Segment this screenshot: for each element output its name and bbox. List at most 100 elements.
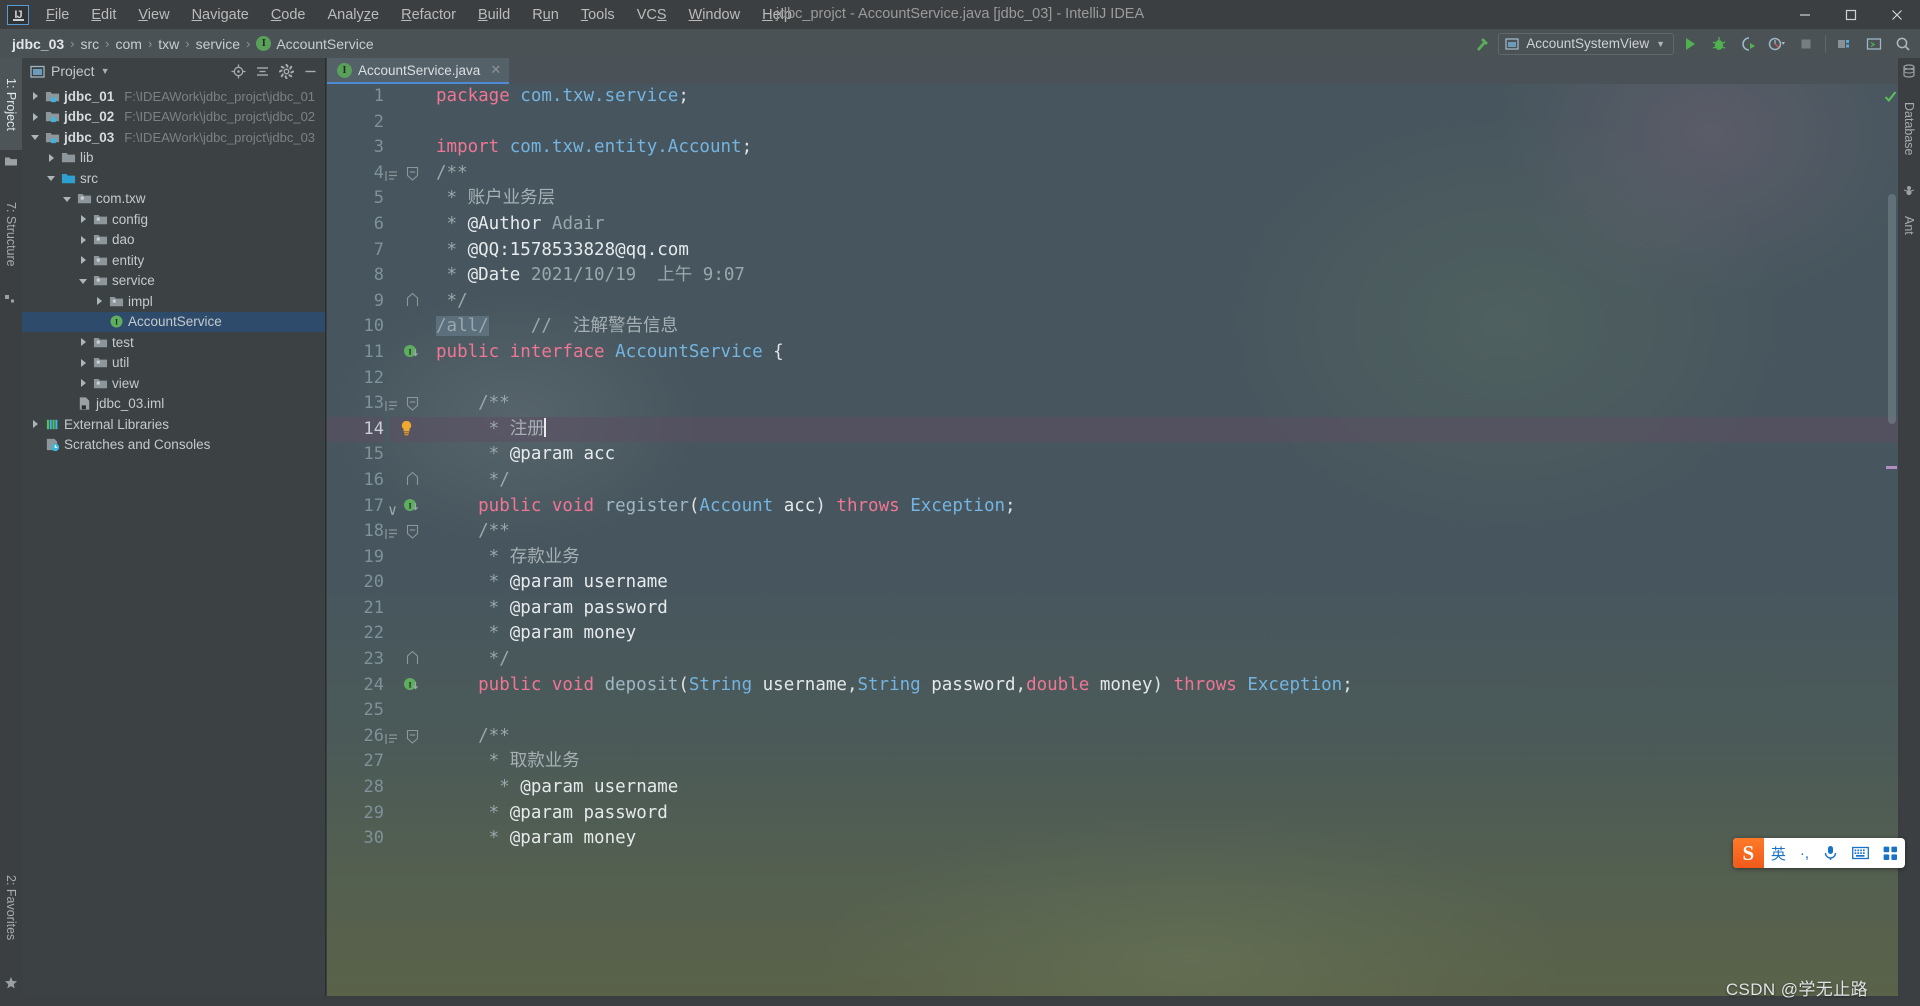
run-configuration-selector[interactable]: AccountSystemView ▼ — [1498, 32, 1674, 55]
chevron-right-icon[interactable] — [78, 378, 88, 388]
chevron-right-icon[interactable] — [30, 112, 40, 122]
code-line[interactable]: */ — [436, 289, 1898, 315]
menu-item-build[interactable]: Build — [467, 3, 521, 27]
code-line[interactable]: * 账户业务层 — [436, 186, 1898, 212]
menu-item-help[interactable]: Help — [751, 3, 803, 27]
close-button[interactable] — [1874, 0, 1920, 29]
tree-expander[interactable] — [44, 172, 57, 185]
code-line[interactable] — [436, 110, 1898, 136]
code-line[interactable]: * 取款业务 — [436, 749, 1898, 775]
ime-soft-keyboard[interactable] — [1845, 838, 1876, 868]
code-editor[interactable]: 1 2 3 4 5 6 7 8 9 10 11 12 13 14 15 16 17 18 19 20 21 22 23 24 2… — [327, 84, 1898, 1006]
close-icon[interactable]: ✕ — [490, 62, 501, 78]
ime-toolbox[interactable] — [1876, 838, 1905, 868]
menu-item-run[interactable]: Run — [521, 3, 570, 27]
code-line[interactable]: /** — [436, 724, 1898, 750]
code-line[interactable]: import com.txw.entity.Account; — [436, 135, 1898, 161]
menu-item-navigate[interactable]: Navigate — [181, 3, 260, 27]
tree-node-entity[interactable]: entity — [22, 250, 325, 271]
code-line[interactable]: * 存款业务 — [436, 545, 1898, 571]
tree-node-test[interactable]: test — [22, 332, 325, 353]
sidebar-tab-structure[interactable]: 7: Structure — [0, 180, 22, 288]
fold-end-icon[interactable] — [406, 649, 419, 675]
chevron-down-icon[interactable] — [46, 173, 56, 183]
code-line[interactable]: /** — [436, 161, 1898, 187]
tree-node-service[interactable]: service — [22, 271, 325, 292]
chevron-right-icon[interactable] — [30, 419, 40, 429]
tree-expander[interactable] — [76, 213, 89, 226]
code-line[interactable]: * @param password — [436, 596, 1898, 622]
code-line[interactable]: public interface AccountService { — [436, 340, 1898, 366]
tree-node-dao[interactable]: dao — [22, 230, 325, 251]
tree-expander[interactable] — [76, 233, 89, 246]
menu-item-vcs[interactable]: VCS — [626, 3, 678, 27]
project-structure-button[interactable] — [1832, 32, 1858, 56]
sidebar-tab-ant[interactable]: Ant — [1898, 202, 1920, 248]
ime-voice-input[interactable] — [1816, 838, 1845, 868]
profile-button[interactable] — [1764, 32, 1790, 56]
tree-expander[interactable] — [76, 254, 89, 267]
code-line[interactable]: */ — [436, 647, 1898, 673]
settings-gear-button[interactable] — [275, 60, 297, 82]
tree-expander[interactable] — [76, 377, 89, 390]
menu-item-refactor[interactable]: Refactor — [390, 3, 467, 27]
tree-node-lib[interactable]: lib — [22, 148, 325, 169]
breadcrumb-item-service[interactable]: service — [192, 34, 244, 54]
locate-file-button[interactable] — [227, 60, 249, 82]
tree-node-util[interactable]: util — [22, 353, 325, 374]
sogou-logo-icon[interactable]: S — [1732, 838, 1764, 868]
tree-expander[interactable] — [44, 151, 57, 164]
menu-item-analyze[interactable]: Analyze — [317, 3, 391, 27]
breadcrumb-item-com[interactable]: com — [112, 34, 146, 54]
sidebar-tab-database[interactable]: Database — [1898, 82, 1920, 176]
run-button[interactable] — [1677, 32, 1703, 56]
menu-item-view[interactable]: View — [127, 3, 180, 27]
tree-node-jdbc-02[interactable]: jdbc_02 F:\IDEAWork\jdbc_projct\jdbc_02 — [22, 107, 325, 128]
code-line[interactable]: public void deposit(String username,Stri… — [436, 673, 1898, 699]
chevron-right-icon[interactable] — [78, 337, 88, 347]
code-line[interactable]: * @param password — [436, 801, 1898, 827]
breadcrumb-item-src[interactable]: src — [76, 34, 103, 54]
collapse-all-button[interactable] — [251, 60, 273, 82]
chevron-right-icon[interactable] — [30, 91, 40, 101]
chevron-down-icon[interactable] — [78, 276, 88, 286]
tree-node-scratches-and-consoles[interactable]: Scratches and Consoles — [22, 435, 325, 456]
code-line[interactable]: */ — [436, 468, 1898, 494]
tree-node-jdbc-03-iml[interactable]: jdbc_03.iml — [22, 394, 325, 415]
terminal-button[interactable] — [1861, 32, 1887, 56]
code-line[interactable]: /** — [436, 519, 1898, 545]
code-line[interactable]: * @param username — [436, 775, 1898, 801]
breadcrumb-item-jdbc_03[interactable]: jdbc_03 — [8, 34, 68, 54]
code-content[interactable]: package com.txw.service; import com.txw.e… — [436, 84, 1898, 1006]
tree-expander[interactable] — [28, 90, 41, 103]
tree-node-external-libraries[interactable]: External Libraries — [22, 414, 325, 435]
tree-node-jdbc-03[interactable]: jdbc_03 F:\IDEAWork\jdbc_projct\jdbc_03 — [22, 127, 325, 148]
code-line[interactable]: * @param money — [436, 621, 1898, 647]
editor-tab-accountservice[interactable]: I AccountService.java ✕ — [327, 58, 510, 84]
ime-language-toggle[interactable]: 英 — [1764, 838, 1793, 868]
sidebar-tab-project[interactable]: 1: Project — [0, 58, 22, 150]
chevron-right-icon[interactable] — [78, 358, 88, 368]
run-with-coverage-button[interactable] — [1735, 32, 1761, 56]
code-line[interactable]: * @Author Adair — [436, 212, 1898, 238]
code-line[interactable]: * @param money — [436, 826, 1898, 852]
fold-end-icon[interactable] — [406, 291, 419, 317]
tree-node-impl[interactable]: impl — [22, 291, 325, 312]
chevron-down-icon[interactable] — [62, 194, 72, 204]
menu-item-tools[interactable]: Tools — [570, 3, 626, 27]
tree-expander[interactable] — [28, 131, 41, 144]
tree-expander[interactable] — [92, 295, 105, 308]
debug-button[interactable] — [1706, 32, 1732, 56]
code-line[interactable]: * @QQ:1578533828@qq.com — [436, 238, 1898, 264]
tree-expander[interactable] — [28, 110, 41, 123]
chevron-right-icon[interactable] — [46, 153, 56, 163]
tree-node-accountservice[interactable]: I AccountService — [22, 311, 325, 332]
tree-expander[interactable] — [76, 274, 89, 287]
code-line[interactable] — [436, 366, 1898, 392]
code-line[interactable]: public void register(Account acc) throws… — [436, 494, 1898, 520]
breadcrumb-item-txw[interactable]: txw — [154, 34, 183, 54]
code-line[interactable] — [436, 698, 1898, 724]
chevron-right-icon[interactable] — [78, 255, 88, 265]
chevron-right-icon[interactable] — [78, 235, 88, 245]
minimize-button[interactable] — [1782, 0, 1828, 29]
